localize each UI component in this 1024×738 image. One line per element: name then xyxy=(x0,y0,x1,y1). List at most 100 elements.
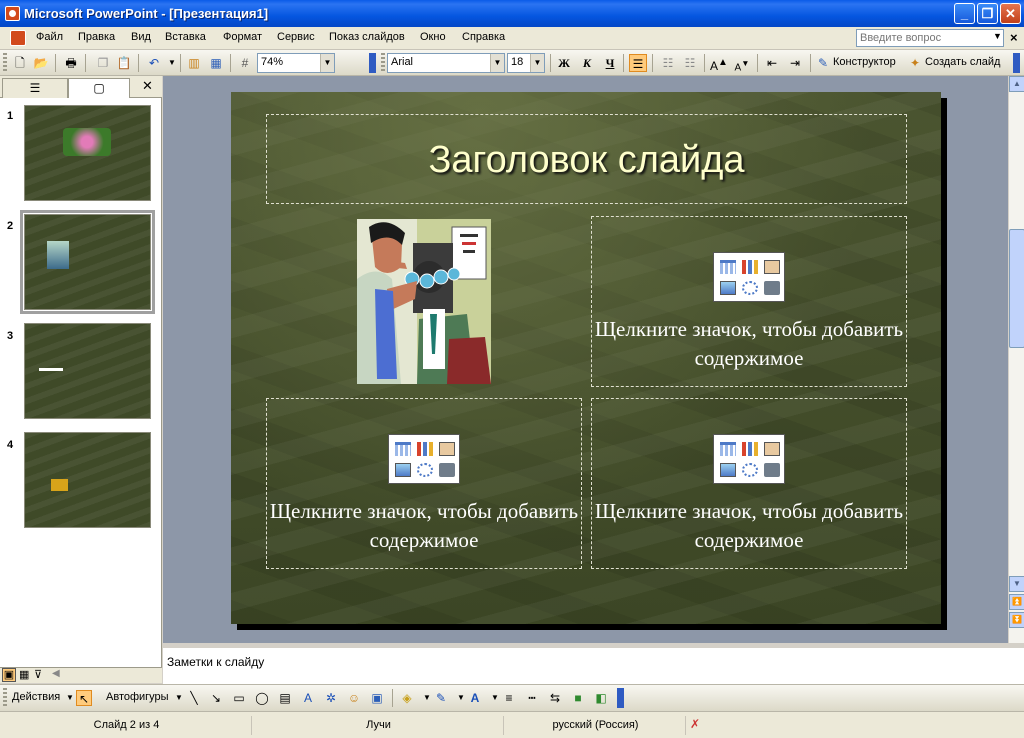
insert-clipart-icon[interactable] xyxy=(764,260,780,274)
spelling-icon[interactable]: ✗ xyxy=(690,717,700,731)
menu-format[interactable]: Формат xyxy=(223,31,262,43)
decrease-font-icon[interactable]: A▼ xyxy=(733,54,751,73)
slideshow-view-icon[interactable]: ⊽ xyxy=(34,668,42,681)
close-panel-icon[interactable]: ✕ xyxy=(142,78,153,94)
increase-indent-icon[interactable]: ⇥ xyxy=(786,54,804,72)
next-slide-icon[interactable]: ⏬ xyxy=(1009,612,1024,628)
toolbar-options[interactable] xyxy=(617,688,624,708)
line-style-icon[interactable]: ≡ xyxy=(501,690,517,706)
insert-picture-icon[interactable] xyxy=(720,463,736,477)
open-folder-icon[interactable]: 📂 xyxy=(33,55,49,71)
toolbar-grip[interactable] xyxy=(3,53,7,73)
scrollbar-thumb[interactable] xyxy=(1009,229,1024,348)
normal-view-icon[interactable]: ▣ xyxy=(2,668,16,682)
insert-media-icon[interactable] xyxy=(439,463,455,477)
insert-picture-icon[interactable] xyxy=(720,281,736,295)
numbering-icon[interactable]: ☷ xyxy=(659,54,677,72)
slide-canvas[interactable]: Заголовок слайда Щелкните значок, чтобы … xyxy=(231,92,941,624)
scroll-up-icon[interactable]: ▲ xyxy=(1009,76,1024,92)
shadow-icon[interactable]: ■ xyxy=(570,690,586,706)
align-left-button[interactable]: ☰ xyxy=(629,54,647,72)
grid-icon[interactable]: # xyxy=(237,55,253,71)
insert-table-icon[interactable] xyxy=(720,442,736,456)
arrow-icon[interactable]: ↘ xyxy=(208,690,224,706)
menu-help[interactable]: Справка xyxy=(462,31,505,43)
toolbar-grip[interactable] xyxy=(3,688,7,708)
decrease-indent-icon[interactable]: ⇤ xyxy=(763,54,781,72)
designer-button[interactable]: Конструктор xyxy=(833,56,896,68)
font-size-select[interactable]: 18 ▼ xyxy=(507,53,545,73)
slide-thumbnail-3[interactable] xyxy=(24,323,151,419)
help-search-input[interactable]: Введите вопрос xyxy=(856,29,1004,47)
insert-diagram-icon[interactable] xyxy=(742,281,758,295)
slide-thumbnail-2[interactable] xyxy=(20,210,155,314)
dash-style-icon[interactable]: ┅ xyxy=(524,690,540,706)
fill-color-icon[interactable]: ◈ xyxy=(399,690,415,706)
italic-button[interactable]: К xyxy=(578,54,596,72)
menu-view[interactable]: Вид xyxy=(131,31,151,43)
toolbar-options[interactable] xyxy=(369,53,376,73)
insert-table-icon[interactable]: ▦ xyxy=(208,55,224,71)
diagram-icon[interactable]: ✲ xyxy=(323,690,339,706)
optometrist-clipart[interactable] xyxy=(357,219,491,384)
3d-icon[interactable]: ◧ xyxy=(593,690,609,706)
insert-picture-icon[interactable] xyxy=(395,463,411,477)
insert-media-icon[interactable] xyxy=(764,281,780,295)
sorter-view-icon[interactable]: ▦ xyxy=(19,668,29,681)
insert-table-icon[interactable] xyxy=(395,442,411,456)
picture-icon[interactable]: ▣ xyxy=(369,690,385,706)
designer-icon[interactable]: ✎ xyxy=(815,55,831,71)
bold-button[interactable]: Ж xyxy=(555,54,573,72)
insert-diagram-icon[interactable] xyxy=(417,463,433,477)
title-placeholder[interactable]: Заголовок слайда xyxy=(266,114,907,204)
chevron-down-icon[interactable]: ▼ xyxy=(993,31,1002,41)
wordart-icon[interactable]: A xyxy=(300,690,316,706)
paste-icon[interactable]: 📋 xyxy=(116,55,132,71)
insert-chart-icon[interactable]: ▥ xyxy=(186,55,202,71)
insert-chart-icon[interactable] xyxy=(742,442,758,456)
new-document-icon[interactable]: 🗋 xyxy=(12,55,28,71)
new-slide-button[interactable]: Создать слайд xyxy=(925,56,1000,68)
copy-icon[interactable]: ❐ xyxy=(95,55,111,71)
new-slide-icon[interactable]: ✦ xyxy=(907,55,923,71)
font-color-icon[interactable]: A xyxy=(467,690,483,706)
minimize-button[interactable]: _ xyxy=(954,3,975,24)
undo-dropdown-icon[interactable]: ▼ xyxy=(164,55,180,71)
menu-slideshow[interactable]: Показ слайдов xyxy=(329,31,405,43)
insert-table-icon[interactable] xyxy=(720,260,736,274)
line-color-icon[interactable]: ✎ xyxy=(433,690,449,706)
document-icon[interactable] xyxy=(10,30,26,46)
increase-font-icon[interactable]: A▲ xyxy=(710,54,728,73)
menu-tools[interactable]: Сервис xyxy=(277,31,315,43)
bullets-icon[interactable]: ☷ xyxy=(681,54,699,72)
scroll-left-icon[interactable]: ◀ xyxy=(52,668,60,679)
scroll-down-icon[interactable]: ▼ xyxy=(1009,576,1024,592)
close-button[interactable]: ✕ xyxy=(1000,3,1021,24)
toolbar-grip[interactable] xyxy=(381,53,385,73)
textbox-icon[interactable]: ▤ xyxy=(277,690,293,706)
insert-clipart-icon[interactable] xyxy=(764,442,780,456)
autoshapes-menu-button[interactable]: Автофигуры xyxy=(106,691,169,703)
oval-icon[interactable]: ◯ xyxy=(254,690,270,706)
arrow-style-icon[interactable]: ⇆ xyxy=(547,690,563,706)
content-placeholder-bottom-right[interactable]: Щелкните значок, чтобы добавить содержим… xyxy=(591,398,907,569)
underline-button[interactable]: Ч xyxy=(601,54,619,72)
insert-diagram-icon[interactable] xyxy=(742,463,758,477)
previous-slide-icon[interactable]: ⏫ xyxy=(1009,594,1024,610)
vertical-scrollbar[interactable]: ▲ ▼ ⏫ ⏬ xyxy=(1008,76,1024,643)
powerpoint-app-icon[interactable] xyxy=(5,6,20,21)
menu-file[interactable]: Файл xyxy=(36,31,63,43)
menu-insert[interactable]: Вставка xyxy=(165,31,206,43)
actions-menu-button[interactable]: Действия xyxy=(12,691,60,703)
tab-outline[interactable]: ☰ xyxy=(2,78,68,98)
line-icon[interactable]: ╲ xyxy=(186,690,202,706)
insert-clipart-icon[interactable] xyxy=(439,442,455,456)
slide-thumbnail-1[interactable] xyxy=(24,105,151,201)
notes-pane[interactable]: Заметки к слайду xyxy=(163,646,1024,684)
select-pointer-icon[interactable]: ↖ xyxy=(76,690,92,706)
menu-window[interactable]: Окно xyxy=(420,31,446,43)
rectangle-icon[interactable]: ▭ xyxy=(231,690,247,706)
insert-media-icon[interactable] xyxy=(764,463,780,477)
close-document-icon[interactable]: × xyxy=(1010,30,1018,45)
zoom-select[interactable]: 74% ▼ xyxy=(257,53,335,73)
